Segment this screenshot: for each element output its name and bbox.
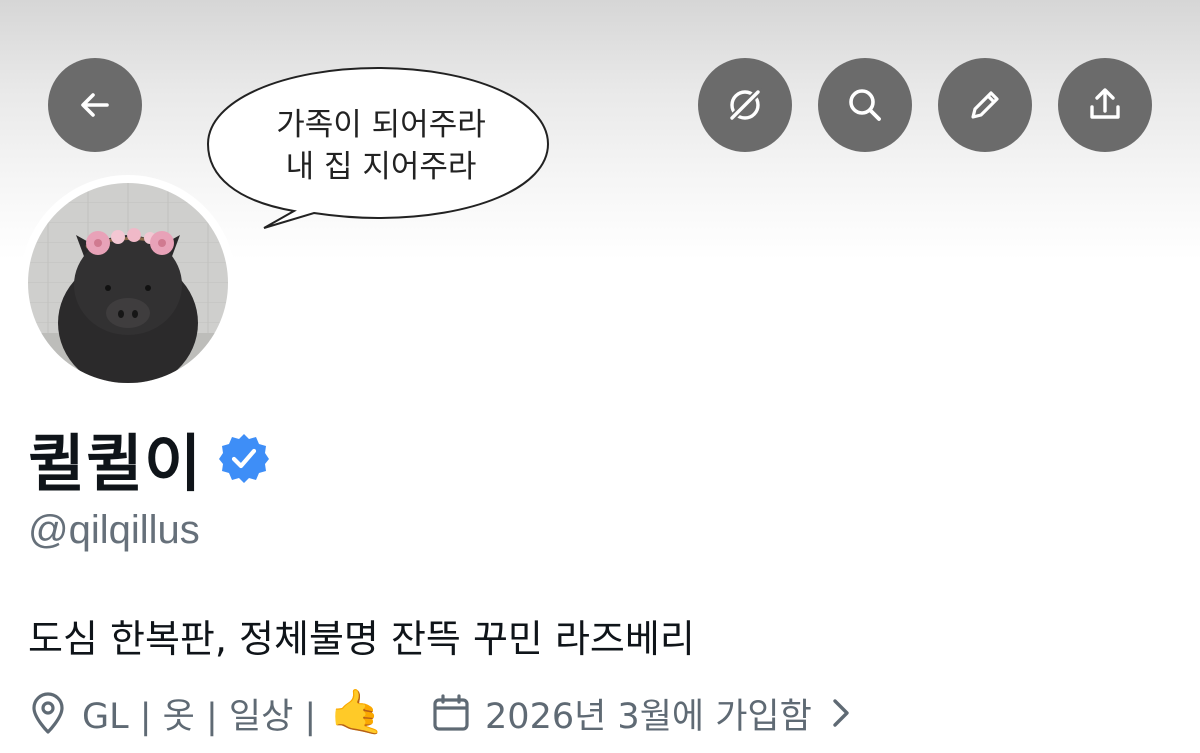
back-button[interactable] bbox=[48, 58, 142, 152]
chevron-right-icon[interactable] bbox=[830, 696, 852, 730]
location-text: GL | 옷 | 일상 | bbox=[82, 696, 317, 737]
pig-avatar-icon bbox=[28, 183, 228, 383]
grok-icon bbox=[727, 87, 763, 123]
grok-button[interactable] bbox=[698, 58, 792, 152]
user-handle: @qilqillus bbox=[28, 508, 200, 552]
calendar-icon bbox=[431, 693, 471, 733]
search-button[interactable] bbox=[818, 58, 912, 152]
verified-badge-icon[interactable] bbox=[218, 432, 270, 484]
search-icon bbox=[849, 89, 881, 121]
location-pin-icon bbox=[28, 691, 68, 735]
display-name-row: 퀼퀼이 bbox=[28, 418, 270, 500]
share-icon bbox=[1090, 88, 1120, 119]
avatar[interactable] bbox=[28, 183, 228, 383]
bio: 도심 한복판, 정체불명 잔뜩 꾸민 라즈베리 bbox=[28, 617, 695, 661]
share-button[interactable] bbox=[1058, 58, 1152, 152]
speech-line-1: 가족이 되어주라 bbox=[276, 107, 486, 143]
back-arrow-icon bbox=[81, 93, 109, 117]
edit-button[interactable] bbox=[938, 58, 1032, 152]
call-me-hand-emoji: 🤙 bbox=[330, 687, 386, 738]
joined-date: 2026년 3월에 가입함 bbox=[485, 696, 812, 737]
profile-meta-row: GL | 옷 | 일상 | 🤙 2026년 3월에 가입함 bbox=[28, 683, 852, 743]
speech-bubble: 가족이 되어주라 내 집 지어주라 bbox=[206, 66, 550, 236]
pencil-icon bbox=[971, 91, 999, 119]
display-name: 퀼퀼이 bbox=[28, 427, 203, 500]
speech-line-2: 내 집 지어주라 bbox=[285, 149, 477, 185]
